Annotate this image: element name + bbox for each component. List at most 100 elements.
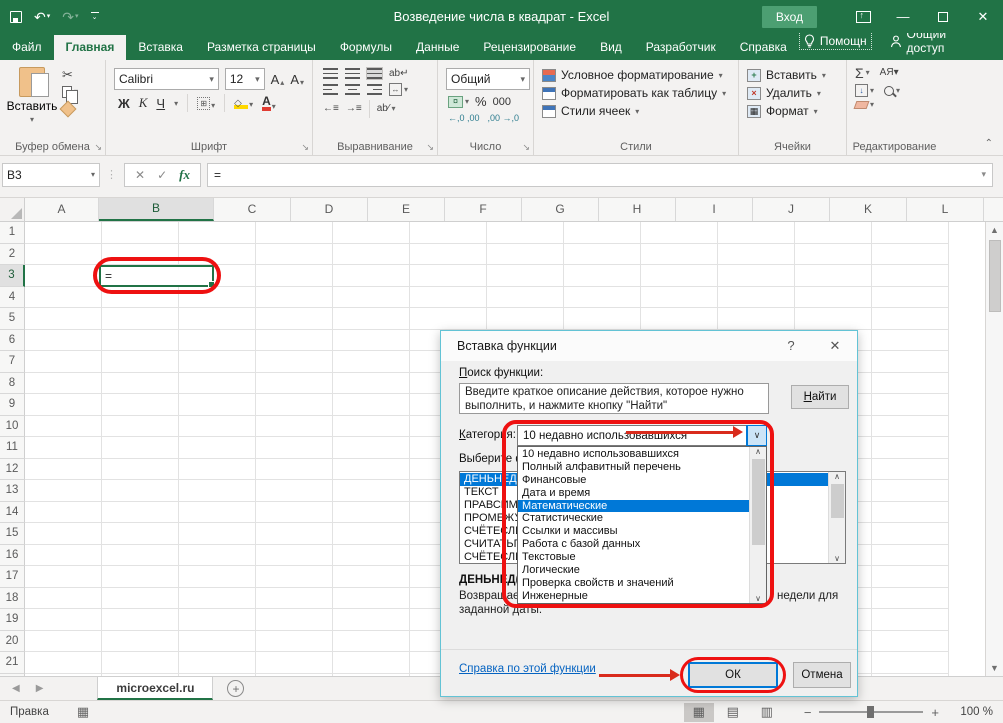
cell-L20[interactable]: [872, 631, 949, 653]
dialog-help-icon[interactable]: ?: [769, 331, 813, 361]
cell-E11[interactable]: [333, 437, 410, 459]
cell-I4[interactable]: [641, 287, 718, 309]
category-combobox[interactable]: 10 недавно использовавшихся ∨: [517, 425, 767, 446]
cell-D20[interactable]: [256, 631, 333, 653]
cell-E19[interactable]: [333, 609, 410, 631]
cell-D1[interactable]: [256, 222, 333, 244]
dropdown-scroll-up-icon[interactable]: ∧: [755, 447, 761, 456]
cell-A12[interactable]: [25, 459, 102, 481]
cell-C6[interactable]: [179, 330, 256, 352]
cell-L3[interactable]: [872, 265, 949, 287]
cell-L18[interactable]: [872, 588, 949, 610]
maximize-icon[interactable]: [923, 0, 963, 33]
zoom-slider-thumb[interactable]: [867, 706, 874, 718]
cell-G2[interactable]: [487, 244, 564, 266]
category-dropdown[interactable]: 10 недавно использовавшихсяПолный алфави…: [517, 446, 767, 604]
undo-icon[interactable]: ↶▾: [34, 10, 50, 24]
cell-D2[interactable]: [256, 244, 333, 266]
align-bottom-icon[interactable]: [367, 68, 382, 79]
cell-E4[interactable]: [333, 287, 410, 309]
cell-K1[interactable]: [795, 222, 872, 244]
cell-D19[interactable]: [256, 609, 333, 631]
row-header-21[interactable]: 21: [0, 652, 25, 674]
cell-D6[interactable]: [256, 330, 333, 352]
tab-home[interactable]: Главная: [54, 35, 127, 60]
column-header-G[interactable]: G: [522, 198, 599, 221]
font-color-icon[interactable]: А▾: [262, 95, 276, 111]
function-list-scrollbar[interactable]: ∧ ∨: [828, 472, 845, 563]
cell-K3[interactable]: [795, 265, 872, 287]
sheet-nav-right-icon[interactable]: ▶: [36, 683, 44, 694]
number-dialog-launcher-icon[interactable]: ↘: [522, 142, 530, 153]
cell-L1[interactable]: [872, 222, 949, 244]
column-header-B[interactable]: B: [99, 198, 214, 221]
cell-K5[interactable]: [795, 308, 872, 330]
cell-A3[interactable]: [25, 265, 102, 287]
cell-B18[interactable]: [102, 588, 179, 610]
cell-F1[interactable]: [410, 222, 487, 244]
cell-A22[interactable]: [25, 674, 102, 677]
cell-L9[interactable]: [872, 394, 949, 416]
cell-L14[interactable]: [872, 502, 949, 524]
conditional-formatting-button[interactable]: Условное форматирование▾: [542, 68, 726, 82]
formula-input[interactable]: = ▾: [207, 163, 993, 187]
cell-E21[interactable]: [333, 652, 410, 674]
column-header-L[interactable]: L: [907, 198, 984, 221]
tab-page-layout[interactable]: Разметка страницы: [195, 35, 328, 60]
cell-G5[interactable]: [487, 308, 564, 330]
category-option[interactable]: Текстовые: [518, 551, 749, 564]
cell-C19[interactable]: [179, 609, 256, 631]
customize-qat-icon[interactable]: ⌄: [91, 12, 99, 21]
format-as-table-button[interactable]: Форматировать как таблицу▾: [542, 86, 726, 100]
cell-E22[interactable]: [333, 674, 410, 677]
comma-style-icon[interactable]: 000: [493, 96, 511, 108]
tab-review[interactable]: Рецензирование: [471, 35, 588, 60]
insert-cells-button[interactable]: +Вставить▾: [747, 68, 826, 82]
cell-D10[interactable]: [256, 416, 333, 438]
cell-E5[interactable]: [333, 308, 410, 330]
cell-B20[interactable]: [102, 631, 179, 653]
cell-B6[interactable]: [102, 330, 179, 352]
cell-H1[interactable]: [564, 222, 641, 244]
cell-A6[interactable]: [25, 330, 102, 352]
row-header-11[interactable]: 11: [0, 437, 25, 459]
cell-A11[interactable]: [25, 437, 102, 459]
cell-C15[interactable]: [179, 523, 256, 545]
cell-I1[interactable]: [641, 222, 718, 244]
cell-E7[interactable]: [333, 351, 410, 373]
minimize-icon[interactable]: —: [883, 0, 923, 33]
page-break-view-icon[interactable]: ▥: [752, 703, 782, 722]
cell-E13[interactable]: [333, 480, 410, 502]
row-header-3[interactable]: 3: [0, 265, 25, 287]
cell-G1[interactable]: [487, 222, 564, 244]
cell-B22[interactable]: [102, 674, 179, 677]
decrease-indent-icon[interactable]: ←≡: [323, 104, 339, 114]
vertical-scrollbar[interactable]: ▲ ▼: [985, 222, 1003, 676]
percent-style-icon[interactable]: %: [475, 94, 487, 109]
tab-data[interactable]: Данные: [404, 35, 471, 60]
cell-B21[interactable]: [102, 652, 179, 674]
align-top-icon[interactable]: [323, 68, 338, 79]
cell-C4[interactable]: [179, 287, 256, 309]
scroll-up-icon[interactable]: ▲: [990, 222, 999, 238]
cell-E6[interactable]: [333, 330, 410, 352]
row-header-12[interactable]: 12: [0, 459, 25, 481]
name-box-dropdown-icon[interactable]: ▾: [91, 170, 95, 179]
row-header-17[interactable]: 17: [0, 566, 25, 588]
category-option[interactable]: Дата и время: [518, 487, 749, 500]
zoom-slider[interactable]: [819, 711, 923, 713]
cell-J2[interactable]: [718, 244, 795, 266]
function-help-link[interactable]: Справка по этой функции: [459, 663, 596, 675]
row-header-10[interactable]: 10: [0, 416, 25, 438]
close-icon[interactable]: ✕: [963, 0, 1003, 33]
row-header-14[interactable]: 14: [0, 502, 25, 524]
cell-C7[interactable]: [179, 351, 256, 373]
cancel-entry-icon[interactable]: ✕: [135, 168, 145, 182]
cell-D15[interactable]: [256, 523, 333, 545]
row-header-19[interactable]: 19: [0, 609, 25, 631]
category-dropdown-icon[interactable]: ∨: [747, 426, 766, 445]
cell-E3[interactable]: [333, 265, 410, 287]
wrap-text-icon[interactable]: ab↵: [389, 69, 409, 79]
cell-E12[interactable]: [333, 459, 410, 481]
list-scroll-thumb[interactable]: [831, 484, 844, 518]
